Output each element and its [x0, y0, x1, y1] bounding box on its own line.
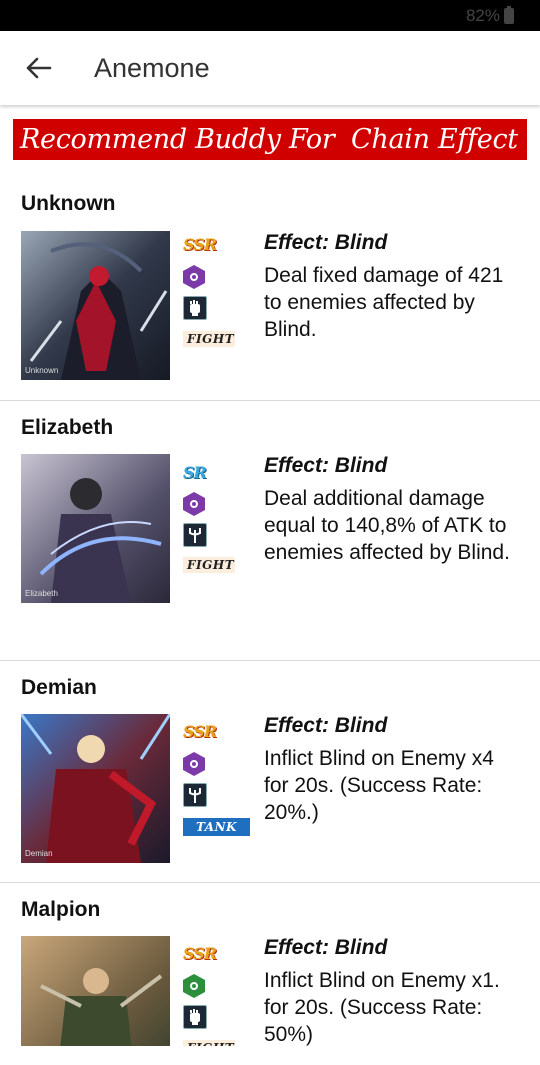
- role-badge: TANK: [183, 818, 250, 836]
- rarity-badge: SSR: [183, 944, 217, 963]
- battery-indicator: 82%: [466, 6, 514, 26]
- battery-icon: [504, 6, 514, 24]
- bottom-edge: [0, 1046, 540, 1065]
- effect-block: Effect: Blind Deal fixed damage of 421 t…: [264, 231, 514, 343]
- buddy-name: Elizabeth: [21, 416, 114, 439]
- effect-title: Effect: Blind: [264, 454, 388, 477]
- rarity-badge: SSR: [183, 235, 217, 254]
- portrait-art-unknown: [21, 231, 170, 380]
- effect-title: Effect: Blind: [264, 714, 388, 737]
- back-button[interactable]: [18, 48, 58, 88]
- portrait-caption: Demian: [25, 849, 53, 858]
- dark-element-icon: [183, 752, 205, 776]
- effect-title: Effect: Blind: [264, 936, 388, 959]
- buddy-portrait[interactable]: Demian: [21, 714, 170, 863]
- fist-icon: [183, 1005, 207, 1029]
- page-title: Anemone: [94, 52, 210, 83]
- fist-icon: [183, 296, 207, 320]
- app-bar: Anemone: [0, 31, 540, 105]
- effect-block: Effect: Blind Inflict Blind on Enemy x1.…: [264, 936, 514, 1046]
- effect-description: Deal fixed damage of 421 to enemies affe…: [264, 264, 504, 341]
- buddy-list[interactable]: Unknown Unknown SSR FIGHT Effect: Blind: [0, 172, 540, 1046]
- portrait-art-malpion: [21, 936, 170, 1046]
- buddy-name: Demian: [21, 676, 97, 699]
- effect-description: Deal additional damage equal to 140,8% o…: [264, 487, 510, 564]
- portrait-caption: Elizabeth: [25, 589, 58, 598]
- effect-description: Inflict Blind on Enemy x1. for 20s. (Suc…: [264, 969, 500, 1046]
- rarity-badge: SR: [183, 463, 207, 482]
- effect-block: Effect: Blind Deal additional damage equ…: [264, 454, 514, 566]
- role-badge: FIGHT: [183, 331, 235, 347]
- portrait-caption: Unknown: [25, 366, 59, 375]
- buddy-card[interactable]: Elizabeth Elizabeth SR FIGHT Effect: Bli…: [0, 400, 540, 660]
- buddy-name: Unknown: [21, 192, 116, 215]
- trident-icon: [183, 783, 207, 807]
- effect-block: Effect: Blind Inflict Blind on Enemy x4 …: [264, 714, 514, 826]
- trident-icon: [183, 523, 207, 547]
- battery-percent: 82%: [465, 6, 500, 25]
- buddy-card[interactable]: Unknown Unknown SSR FIGHT Effect: Blind: [0, 172, 540, 400]
- buddy-card[interactable]: Demian Demian SSR TANK Effect: Blind Inf…: [0, 660, 540, 882]
- buddy-card[interactable]: Malpion SSR FIGHT Effect: Blind Inflict …: [0, 882, 540, 1046]
- recommend-banner: Recommend Buddy For Chain Effect: [13, 119, 527, 160]
- effect-description: Inflict Blind on Enemy x4 for 20s. (Succ…: [264, 747, 494, 824]
- dark-element-icon: [183, 265, 205, 289]
- portrait-art-elizabeth: [21, 454, 170, 603]
- dark-element-icon: [183, 492, 205, 516]
- buddy-portrait[interactable]: [21, 936, 170, 1046]
- buddy-portrait[interactable]: Elizabeth: [21, 454, 170, 603]
- buddy-portrait[interactable]: Unknown: [21, 231, 170, 380]
- wind-element-icon: [183, 974, 205, 998]
- rarity-badge: SSR: [183, 722, 217, 741]
- portrait-art-demian: [21, 714, 170, 863]
- buddy-name: Malpion: [21, 898, 101, 921]
- effect-title: Effect: Blind: [264, 231, 388, 254]
- status-bar: 82%: [0, 0, 540, 31]
- arrow-left-icon: [26, 57, 52, 79]
- role-badge: FIGHT: [183, 557, 235, 573]
